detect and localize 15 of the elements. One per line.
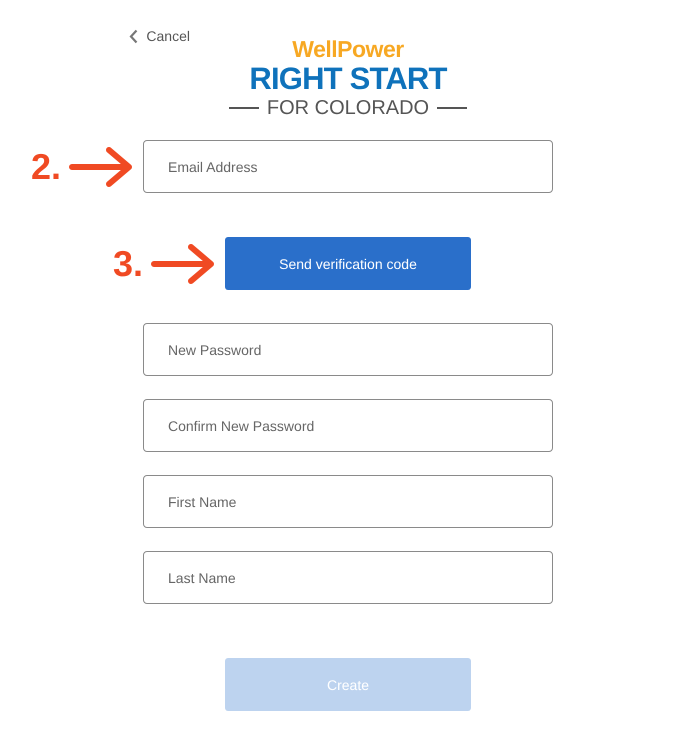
arrow-icon — [69, 144, 135, 188]
step-number: 3. — [112, 242, 143, 284]
brand-logo: WellPower — [292, 36, 404, 62]
input-field[interactable]: First Name — [143, 475, 553, 528]
chevron-left-icon — [129, 28, 138, 44]
logo-subtitle: FOR COLORADO — [266, 96, 430, 120]
arrow-icon — [151, 242, 217, 286]
input-field[interactable]: Last Name — [143, 551, 553, 604]
input-field[interactable]: New Password — [143, 323, 553, 376]
step-number: 2. — [30, 146, 61, 188]
input-field[interactable]: Confirm New Password — [143, 399, 553, 452]
send-code-button[interactable]: Send verification code — [225, 237, 471, 290]
cancel-link[interactable]: Cancel — [129, 28, 190, 44]
input-field[interactable]: Email Address — [143, 140, 553, 193]
logo-title: RIGHT START — [249, 62, 447, 96]
